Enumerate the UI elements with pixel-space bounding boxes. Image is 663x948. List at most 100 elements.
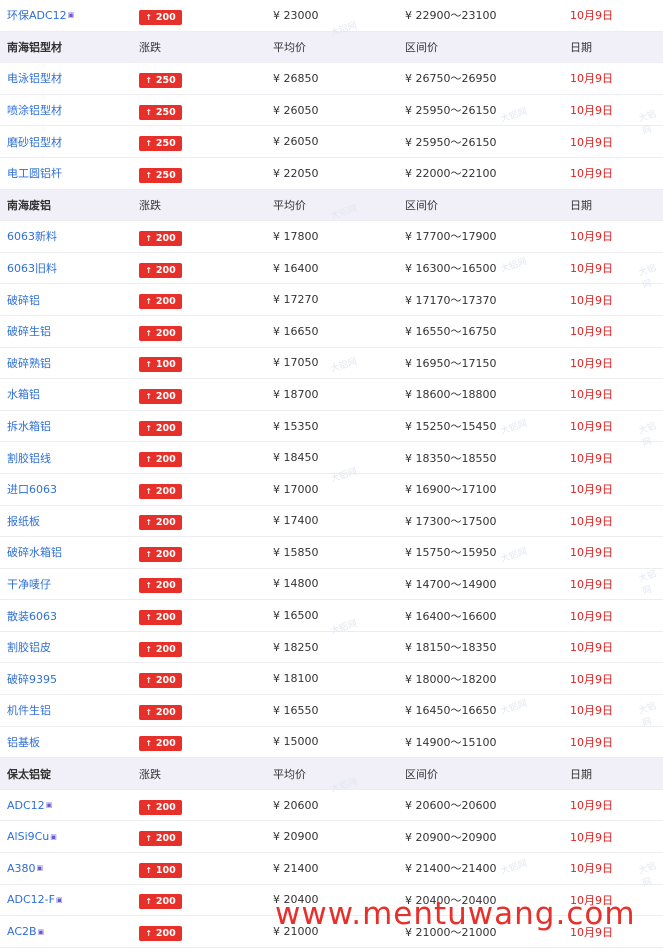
product-name-cell[interactable]: 机件生铝 xyxy=(7,695,51,726)
avg-price: ¥ 14800 xyxy=(273,577,319,591)
change-cell: ↑ 250 xyxy=(139,95,182,126)
change-value: 200 xyxy=(155,928,176,940)
product-link[interactable]: 破碎生铝 xyxy=(7,323,51,339)
product-name-cell[interactable]: 进口6063 xyxy=(7,474,57,505)
change-cell: ↑ 200 xyxy=(139,885,182,916)
product-link[interactable]: 散装6063 xyxy=(7,608,57,624)
product-link[interactable]: 6063新料 xyxy=(7,228,57,244)
product-link[interactable]: 水箱铝 xyxy=(7,386,40,402)
product-link[interactable]: 铝基板 xyxy=(7,734,40,750)
change-badge: ↑ 200 xyxy=(139,926,182,942)
column-header-date: 日期 xyxy=(570,767,592,781)
product-name-cell[interactable]: 铝基板 xyxy=(7,727,40,758)
date-cell: 10月9日 xyxy=(570,672,613,686)
change-badge: ↑ 200 xyxy=(139,546,182,562)
product-name-cell[interactable]: 散装6063 xyxy=(7,600,57,631)
change-cell: ↑ 200 xyxy=(139,442,182,473)
product-link[interactable]: 破碎熟铝 xyxy=(7,355,51,371)
product-name-cell[interactable]: 喷涂铝型材 xyxy=(7,95,62,126)
product-link[interactable]: 拆水箱铝 xyxy=(7,418,51,434)
product-name-cell[interactable]: ADC12-F ▣ xyxy=(7,885,63,916)
product-name-cell[interactable]: 环保ADC12 ▣ xyxy=(7,0,74,31)
price-range: ¥ 21000～21000 xyxy=(405,925,497,939)
product-link[interactable]: 破碎铝 xyxy=(7,292,40,308)
change-value: 250 xyxy=(155,169,176,181)
change-badge: ↑ 200 xyxy=(139,610,182,626)
change-badge: ↑ 250 xyxy=(139,167,182,183)
avg-price: ¥ 18450 xyxy=(273,451,319,465)
product-name-cell[interactable]: 破碎铝 xyxy=(7,284,40,315)
product-name-cell[interactable]: 破碎9395 xyxy=(7,663,57,694)
product-name-cell[interactable]: 电工圆铝杆 xyxy=(7,158,62,189)
product-name-cell[interactable]: 破碎生铝 xyxy=(7,316,51,347)
product-link[interactable]: 报纸板 xyxy=(7,513,40,529)
column-header-avg: 平均价 xyxy=(273,767,306,781)
product-link[interactable]: 电工圆铝杆 xyxy=(7,165,62,181)
up-arrow-icon: ↑ xyxy=(145,644,152,654)
up-arrow-icon: ↑ xyxy=(145,549,152,559)
product-name-cell[interactable]: ADC12 ▣ xyxy=(7,790,52,821)
product-name-cell[interactable]: 磨砂铝型材 xyxy=(7,126,62,157)
table-row: 环保ADC12 ▣ ↑ 200 ¥ 23000 ¥ 22900～23100 10月9日 xyxy=(0,0,663,32)
product-link[interactable]: 环保ADC12 xyxy=(7,7,67,23)
product-link[interactable]: A380 xyxy=(7,862,36,875)
product-name-cell[interactable]: 干净唛仔 xyxy=(7,569,51,600)
product-name-cell[interactable]: AlSi9Cu ▣ xyxy=(7,821,57,852)
change-value: 200 xyxy=(155,517,176,529)
change-badge: ↑ 200 xyxy=(139,230,182,246)
product-name-cell[interactable]: 6063新料 xyxy=(7,221,57,252)
up-arrow-icon: ↑ xyxy=(145,139,152,149)
product-link[interactable]: 割胶铝线 xyxy=(7,450,51,466)
product-name-cell[interactable]: 破碎熟铝 xyxy=(7,348,51,379)
price-range: ¥ 25950～26150 xyxy=(405,104,497,118)
price-range: ¥ 14900～15100 xyxy=(405,735,497,749)
product-link[interactable]: 进口6063 xyxy=(7,481,57,497)
product-link[interactable]: 磨砂铝型材 xyxy=(7,134,62,150)
product-link[interactable]: 破碎9395 xyxy=(7,671,57,687)
up-arrow-icon: ↑ xyxy=(145,518,152,528)
product-name-cell[interactable]: 电泳铝型材 xyxy=(7,63,62,94)
price-range: ¥ 14700～14900 xyxy=(405,577,497,591)
change-cell: ↑ 200 xyxy=(139,727,182,758)
product-link[interactable]: ADC12-F xyxy=(7,893,55,906)
product-link[interactable]: AC2B xyxy=(7,925,37,938)
product-name-cell[interactable]: 割胶铝线 xyxy=(7,442,51,473)
up-arrow-icon: ↑ xyxy=(145,328,152,338)
avg-price: ¥ 16550 xyxy=(273,703,319,717)
product-name-cell[interactable]: 破碎水箱铝 xyxy=(7,537,62,568)
product-link[interactable]: 干净唛仔 xyxy=(7,576,51,592)
product-link[interactable]: 破碎水箱铝 xyxy=(7,544,62,560)
up-arrow-icon: ↑ xyxy=(145,233,152,243)
change-value: 200 xyxy=(155,390,176,402)
up-arrow-icon: ↑ xyxy=(145,423,152,433)
change-value: 200 xyxy=(155,612,176,624)
up-arrow-icon: ↑ xyxy=(145,12,152,22)
avg-price: ¥ 23000 xyxy=(273,8,319,22)
product-link[interactable]: 电泳铝型材 xyxy=(7,70,62,86)
product-link[interactable]: ADC12 xyxy=(7,799,45,812)
section-title: 南海废铝 xyxy=(7,190,51,221)
avg-price: ¥ 18100 xyxy=(273,672,319,686)
table-row: 破碎铝 ↑ 200 ¥ 17270 ¥ 17170～17370 10月9日 xyxy=(0,284,663,316)
product-link[interactable]: 6063旧料 xyxy=(7,260,57,276)
date-cell: 10月9日 xyxy=(570,735,613,749)
date-cell: 10月9日 xyxy=(570,451,613,465)
price-range: ¥ 25950～26150 xyxy=(405,135,497,149)
product-name-cell[interactable]: AC2B ▣ xyxy=(7,916,44,947)
product-name-cell[interactable]: 水箱铝 xyxy=(7,379,40,410)
product-name-cell[interactable]: 割胶铝皮 xyxy=(7,632,51,663)
product-link[interactable]: 喷涂铝型材 xyxy=(7,102,62,118)
product-name-cell[interactable]: 6063旧料 xyxy=(7,253,57,284)
product-link[interactable]: 割胶铝皮 xyxy=(7,639,51,655)
product-link[interactable]: 机件生铝 xyxy=(7,702,51,718)
product-name-cell[interactable]: 报纸板 xyxy=(7,506,40,537)
change-badge: ↑ 200 xyxy=(139,799,182,815)
table-row: 喷涂铝型材 ↑ 250 ¥ 26050 ¥ 25950～26150 10月9日 xyxy=(0,94,663,127)
table-row: 机件生铝 ↑ 200 ¥ 16550 ¥ 16450～16650 10月9日 xyxy=(0,695,663,727)
date-cell: 10月9日 xyxy=(570,72,613,86)
product-name-cell[interactable]: 拆水箱铝 xyxy=(7,411,51,442)
product-name-cell[interactable]: A380 ▣ xyxy=(7,853,43,884)
date-cell: 10月9日 xyxy=(570,641,613,655)
section-title: 南海铝型材 xyxy=(7,32,62,63)
product-link[interactable]: AlSi9Cu xyxy=(7,830,49,843)
